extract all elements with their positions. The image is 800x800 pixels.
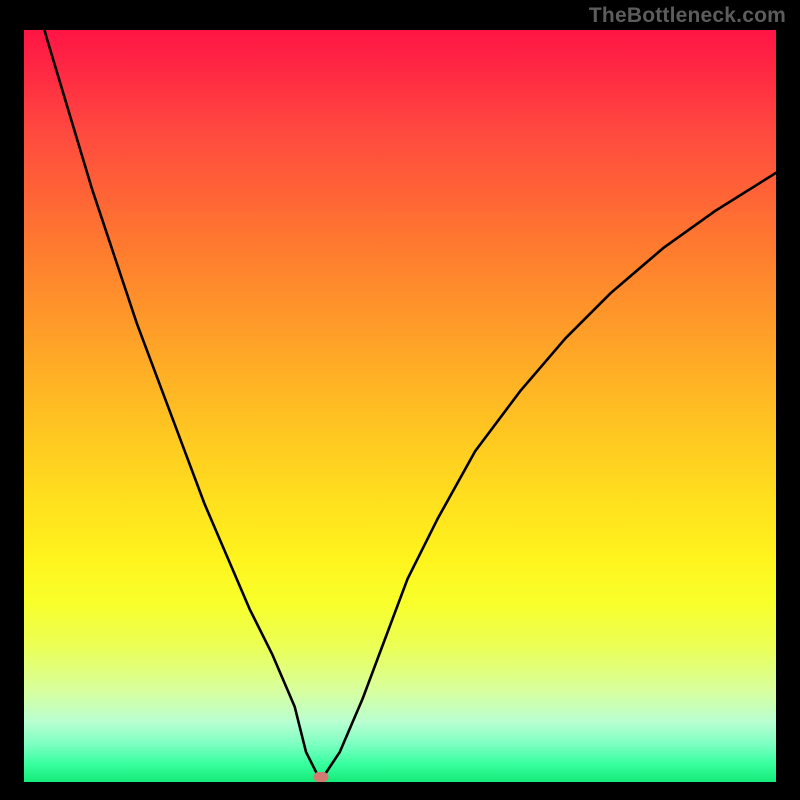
chart-root: TheBottleneck.com (0, 0, 800, 800)
curve-svg (24, 30, 776, 782)
plot-area (24, 30, 776, 782)
bottleneck-curve (24, 30, 776, 774)
optimal-point-marker (314, 772, 329, 782)
watermark-text: TheBottleneck.com (589, 4, 786, 28)
